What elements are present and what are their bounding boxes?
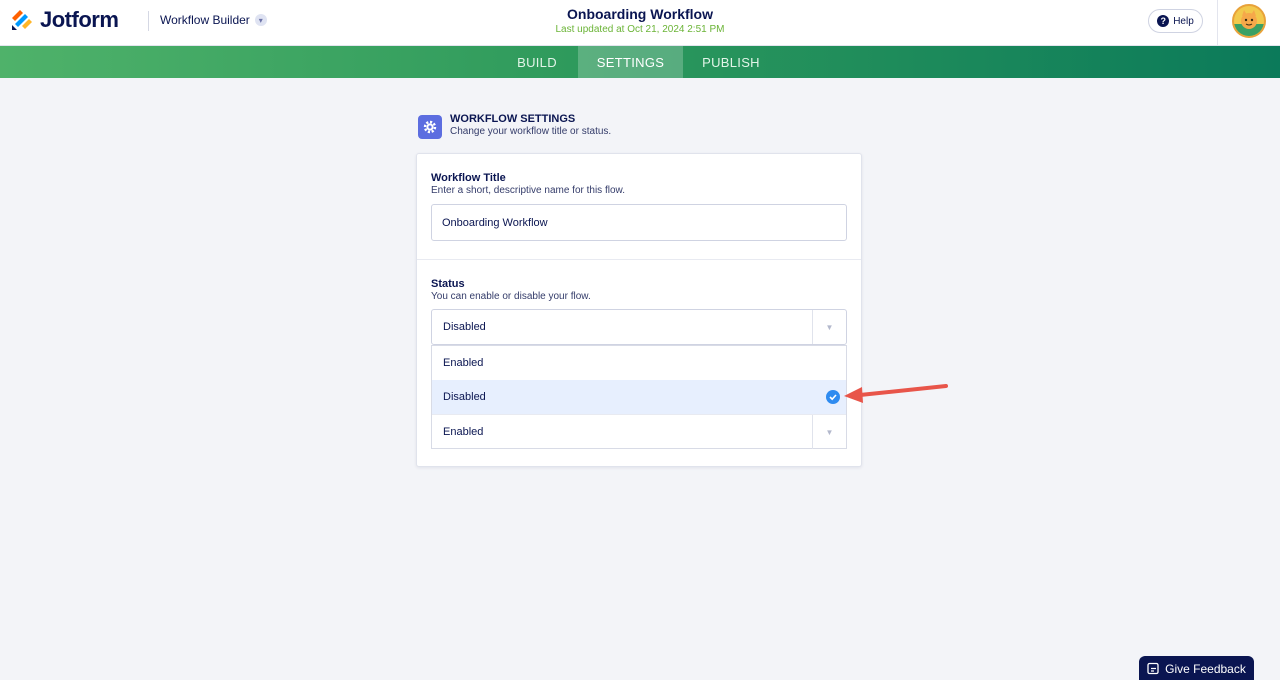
status-selected-value: Disabled: [443, 321, 486, 333]
status-option-enabled-2[interactable]: Enabled ▼: [432, 414, 846, 449]
avatar[interactable]: [1232, 4, 1266, 38]
workflow-tab-bar: BUILD SETTINGS PUBLISH: [0, 46, 1280, 78]
workflow-title-label: Workflow Title: [431, 172, 506, 184]
tab-settings[interactable]: SETTINGS: [578, 46, 683, 78]
settings-card: Workflow Title Enter a short, descriptiv…: [416, 153, 862, 467]
status-label: Status: [431, 278, 465, 290]
status-option-disabled[interactable]: Disabled: [432, 380, 846, 414]
workflow-title-hint: Enter a short, descriptive name for this…: [431, 185, 625, 196]
annotation-arrow-icon: [844, 384, 948, 403]
give-feedback-button[interactable]: Give Feedback: [1139, 656, 1254, 680]
brand-name: Jotform: [40, 7, 119, 32]
option-label: Enabled: [443, 426, 484, 438]
jotform-logo[interactable]: Jotform: [10, 7, 119, 33]
builder-switcher[interactable]: Workflow Builder ▾: [160, 13, 267, 27]
help-button[interactable]: ? Help: [1148, 9, 1203, 33]
top-header: Jotform Workflow Builder ▾ Onboarding Wo…: [0, 0, 1280, 46]
question-icon: ?: [1157, 15, 1170, 27]
builder-label: Workflow Builder: [160, 13, 250, 27]
option-label: Disabled: [443, 391, 486, 403]
tab-build[interactable]: BUILD: [500, 46, 574, 78]
help-label: Help: [1173, 15, 1194, 27]
jotform-logo-icon: [10, 8, 34, 32]
header-divider: [148, 11, 149, 31]
workflow-title-block: Onboarding Workflow Last updated at Oct …: [490, 6, 790, 35]
dropdown-arrow-icon: ▼: [812, 415, 846, 449]
status-select[interactable]: Disabled ▼: [431, 309, 847, 345]
section-divider: [417, 259, 861, 260]
status-option-enabled[interactable]: Enabled: [432, 346, 846, 380]
feedback-label: Give Feedback: [1165, 662, 1246, 676]
gear-icon: [418, 115, 442, 139]
section-title: WORKFLOW SETTINGS: [450, 113, 576, 125]
dropdown-arrow-icon[interactable]: ▼: [812, 310, 846, 344]
status-hint: You can enable or disable your flow.: [431, 291, 591, 302]
header-divider-right: [1217, 0, 1218, 46]
feedback-icon: [1147, 662, 1159, 675]
chevron-down-icon: ▾: [254, 14, 267, 26]
page-title: Onboarding Workflow: [567, 6, 713, 22]
section-subtitle: Change your workflow title or status.: [450, 126, 612, 137]
last-updated-text: Last updated at Oct 21, 2024 2:51 PM: [555, 24, 725, 35]
option-label: Enabled: [443, 357, 484, 369]
status-dropdown-list: Enabled Disabled Enabled ▼: [431, 345, 847, 449]
tab-publish[interactable]: PUBLISH: [690, 46, 772, 78]
workflow-title-input[interactable]: [431, 204, 847, 241]
avatar-image: [1234, 10, 1264, 36]
